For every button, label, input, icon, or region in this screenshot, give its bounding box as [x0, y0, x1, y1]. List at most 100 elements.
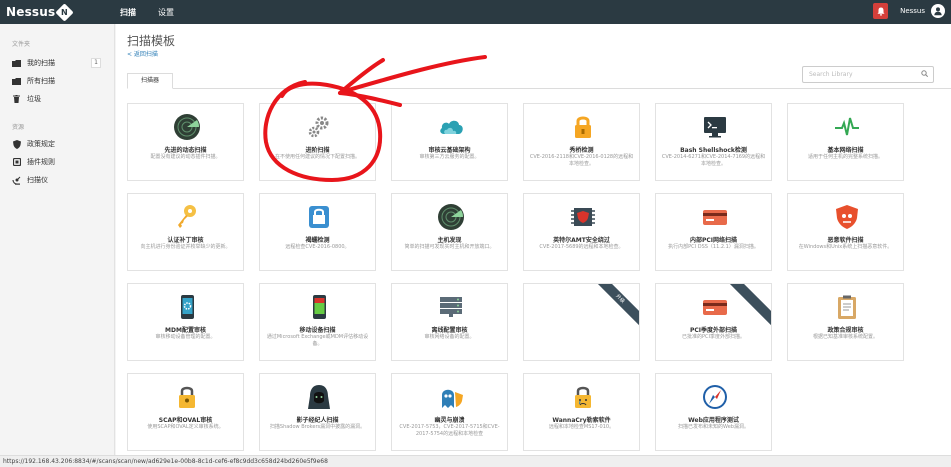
template-title: 褐蠕检测 [305, 237, 330, 244]
template-title: 影子经纪人扫描 [296, 417, 339, 424]
phone-gear-icon [172, 292, 202, 322]
template-description: 在不使用任何建议的情况下配置扫描。 [274, 154, 360, 160]
keys-icon [172, 202, 202, 232]
template-title: 离线配置审核 [431, 327, 468, 334]
sidebar-item-label: 政策规定 [27, 140, 55, 148]
template-description: 通过Microsoft Exchange或MDM评估移动设备。 [266, 334, 369, 347]
trash-icon [12, 95, 21, 103]
nav-scans[interactable]: 扫描 [120, 7, 136, 18]
template-title: 审核云基础架构 [428, 147, 471, 154]
template-title: 恶意软件扫描 [827, 237, 864, 244]
scan-template-card[interactable]: SCAP和OVAL审核 使用SCAP和OVAL定义审核系统。 [127, 373, 244, 451]
template-title: 认证补丁审核 [167, 237, 204, 244]
scan-template-card[interactable]: 审核云基础架构 审核第三方云服务的配置。 [391, 103, 508, 181]
template-title: 先进的动态扫描 [164, 147, 207, 154]
pulse-icon [832, 112, 862, 142]
template-title: 移动设备扫描 [299, 327, 336, 334]
scan-template-card[interactable]: 先进的动态扫描 配置没有建议的动态插件扫描。 [127, 103, 244, 181]
scan-template-card[interactable]: 认证补丁审核 向主机进行身份验证并枚举缺少的更新。 [127, 193, 244, 271]
template-description: 配置没有建议的动态插件扫描。 [150, 154, 221, 160]
template-description: 审核移动设备管理的配置。 [155, 334, 216, 340]
sidebar-item-my-scans[interactable]: 我的扫描 1 [0, 54, 114, 72]
template-title: 主机发现 [437, 237, 462, 244]
template-grid: 先进的动态扫描 配置没有建议的动态插件扫描。 进阶扫描 在不使用任何建议的情况下配置扫… [127, 103, 941, 455]
template-title: Bash Shellshock检测 [680, 147, 747, 154]
scan-template-card[interactable]: 进阶扫描 在不使用任何建议的情况下配置扫描。 [259, 103, 376, 181]
terminal-icon [700, 112, 730, 142]
template-title: 幽灵与崩溃 [434, 417, 465, 424]
template-description: 执行内部PCI DSS（11.2.1）漏洞扫描。 [668, 244, 759, 250]
user-avatar-icon[interactable] [931, 4, 945, 18]
template-description: 已批准的PCI季度外部扫描。 [682, 334, 745, 340]
card-icon [700, 202, 730, 232]
logo-badge-icon: N [55, 2, 75, 22]
scan-template-card[interactable]: 褐蠕检测 远程检查CVE-2016-0800。 [259, 193, 376, 271]
template-description: 审核第三方云服务的配置。 [419, 154, 480, 160]
scan-template-card[interactable]: 影子经纪人扫描 扫描Shadow Brokers漏洞中披露的漏洞。 [259, 373, 376, 451]
template-description: CVE-2017-5753，CVE-2017-5715和CVE-2017-575… [399, 424, 500, 437]
template-description: 在Windows和Unix系统上扫描恶意软件。 [798, 244, 893, 250]
upgrade-ribbon: 升级 [591, 284, 639, 328]
scan-template-card[interactable]: 恶意软件扫描 在Windows和Unix系统上扫描恶意软件。 [787, 193, 904, 271]
sidebar-item-trash[interactable]: 垃圾 [0, 90, 114, 108]
radar-icon [436, 202, 466, 232]
padlock-icon [568, 112, 598, 142]
folder-icon [12, 59, 21, 67]
scan-count-badge: 1 [91, 58, 101, 68]
plugin-icon [12, 158, 21, 166]
top-bar: Nessus N 扫描 设置 Nessus [0, 0, 951, 24]
scan-template-card[interactable]: 离线配置审核 审核网络设备的配置。 [391, 283, 508, 361]
ghost-icon [436, 382, 466, 412]
template-description: 远程检查CVE-2016-0800。 [285, 244, 350, 250]
compass-icon [700, 382, 730, 412]
scan-template-card[interactable]: Bash Shellshock检测 CVE-2014-6271和CVE-2014-… [655, 103, 772, 181]
gear-icon [304, 112, 334, 142]
satellite-icon [12, 176, 21, 185]
sidebar: 文件夹 我的扫描 1 所有扫描 垃圾 资源 政策规定 插件规则 扫描仪 [0, 24, 115, 455]
scan-template-card[interactable]: 秀桥检测 CVE-2016-2118和CVE-2016-0128的远程和本地检查。 [523, 103, 640, 181]
template-description: CVE-2014-6271和CVE-2014-7169的远程和本地检查。 [661, 154, 766, 167]
scan-template-card[interactable]: 政策合规审核 根据已知基准审核系统配置。 [787, 283, 904, 361]
sidebar-section-folders: 文件夹 [12, 41, 31, 48]
lock-icon [172, 382, 202, 412]
template-description: 根据已知基准审核系统配置。 [812, 334, 878, 340]
sidebar-item-label: 扫描仪 [27, 176, 48, 184]
scan-template-card[interactable]: 主机发现 简单的扫描可发现实时主机和开放端口。 [391, 193, 508, 271]
scan-template-card[interactable]: PCI季度外部扫描 已批准的PCI季度外部扫描。 [655, 283, 772, 361]
cloud-icon [436, 112, 466, 142]
scan-template-card[interactable]: Web应用程序测试 扫描已发布和未知的Web漏洞。 [655, 373, 772, 451]
sidebar-item-scanners[interactable]: 扫描仪 [0, 171, 114, 189]
scan-template-card[interactable]: WannaCry勒索软件 远程和本地检查MS17-010。 [523, 373, 640, 451]
user-name[interactable]: Nessus [900, 7, 925, 15]
template-description: 扫描已发布和未知的Web漏洞。 [678, 424, 749, 430]
template-title: WannaCry勒索软件 [552, 417, 611, 424]
back-to-scans-link[interactable]: < 返回扫描 [127, 49, 158, 58]
tab-scanner[interactable]: 扫描器 [127, 73, 173, 89]
upgrade-ribbon [723, 284, 771, 328]
scan-template-card[interactable]: 移动设备扫描 通过Microsoft Exchange或MDM评估移动设备。 [259, 283, 376, 361]
hacker-icon [304, 382, 334, 412]
template-description: 向主机进行身份验证并枚举缺少的更新。 [140, 244, 231, 250]
scan-template-card[interactable]: 基本网络扫描 适用于任何主机的完整系统扫描。 [787, 103, 904, 181]
sidebar-item-all-scans[interactable]: 所有扫描 [0, 72, 114, 90]
sidebar-item-policies[interactable]: 政策规定 [0, 135, 114, 153]
notification-bell-icon[interactable] [873, 3, 889, 19]
sidebar-item-label: 插件规则 [27, 158, 55, 166]
scan-template-card[interactable]: 英特尔AMT安全绕过 CVE-2017-5689的远程和本地检查。 [523, 193, 640, 271]
main-nav: 扫描 设置 [120, 7, 196, 18]
template-description: 扫描Shadow Brokers漏洞中披露的漏洞。 [269, 424, 366, 430]
template-description: 简单的扫描可发现实时主机和开放端口。 [404, 244, 495, 250]
scan-template-card[interactable]: 幽灵与崩溃 CVE-2017-5753，CVE-2017-5715和CVE-201… [391, 373, 508, 451]
shield-icon [832, 202, 862, 232]
template-description: 远程和本地检查MS17-010。 [548, 424, 615, 430]
scan-template-card[interactable]: MDM配置审核 审核移动设备管理的配置。 [127, 283, 244, 361]
template-title: SCAP和OVAL审核 [158, 417, 213, 424]
nessus-logo[interactable]: Nessus N [6, 2, 109, 22]
template-title: Web应用程序测试 [688, 417, 739, 424]
sidebar-item-plugin-rules[interactable]: 插件规则 [0, 153, 114, 171]
sidebar-item-label: 垃圾 [27, 95, 41, 103]
scan-template-card[interactable]: 升级 [523, 283, 640, 361]
template-description: 适用于任何主机的完整系统扫描。 [807, 154, 883, 160]
nav-settings[interactable]: 设置 [158, 7, 174, 18]
scan-template-card[interactable]: 内部PCI网络扫描 执行内部PCI DSS（11.2.1）漏洞扫描。 [655, 193, 772, 271]
